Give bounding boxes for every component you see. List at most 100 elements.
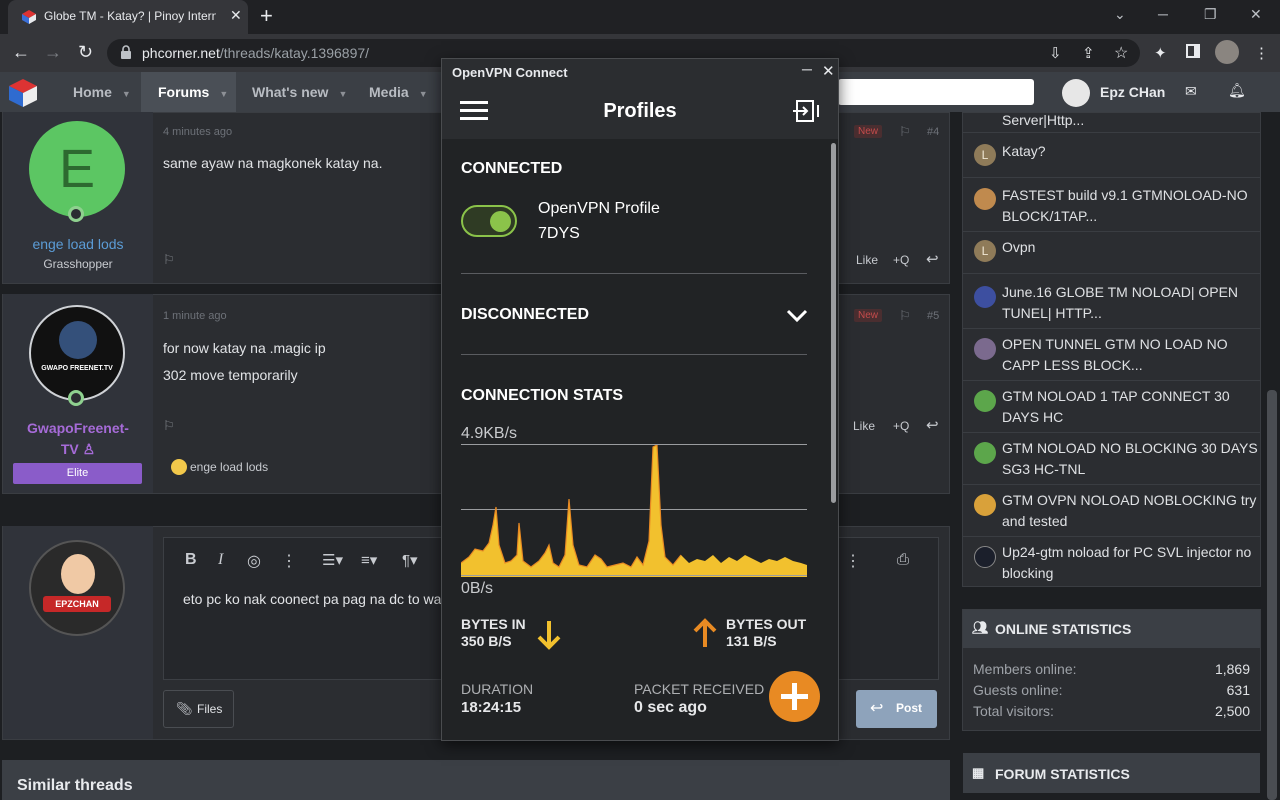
files-button[interactable]: 📎︎ Files: [163, 690, 234, 728]
post-button[interactable]: ↩ Post: [856, 690, 937, 728]
import-profile-icon[interactable]: [792, 99, 820, 123]
restore-icon[interactable]: ❐: [1204, 6, 1217, 23]
sidebar-thread-line2[interactable]: TUNEL| HTTP...: [1002, 303, 1102, 324]
sidebar-thread-line1[interactable]: GTM NOLOAD 1 TAP CONNECT 30: [1002, 386, 1230, 407]
site-search-input[interactable]: [838, 79, 1034, 105]
nav-whats-new[interactable]: What's new ▼: [252, 84, 347, 100]
thread-avatar[interactable]: [974, 188, 996, 210]
sidebar-thread-line1[interactable]: June.16 GLOBE TM NOLOAD| OPEN: [1002, 282, 1238, 303]
nav-forums[interactable]: Forums ▼: [158, 84, 228, 100]
thread-avatar[interactable]: L: [974, 240, 996, 262]
thread-avatar[interactable]: [974, 286, 996, 308]
sidebar-thread-line2[interactable]: SG3 HC-TNL: [1002, 459, 1085, 480]
openvpn-window: OpenVPN Connect ─ ✕ Profiles CONNECTED O…: [441, 58, 839, 741]
share-icon[interactable]: ⇪: [1082, 44, 1095, 62]
quote-button[interactable]: +Q: [893, 419, 909, 433]
paragraph-icon[interactable]: ¶▾: [402, 551, 418, 569]
browser-tab[interactable]: Globe TM - Katay? | Pinoy Interne ✕: [8, 0, 248, 34]
list-icon[interactable]: ☰▾: [322, 551, 343, 569]
post-username-line1[interactable]: GwapoFreenet-: [3, 420, 153, 436]
add-profile-button[interactable]: [769, 671, 820, 722]
thread-avatar[interactable]: [974, 546, 996, 568]
sidebar-thread-line1[interactable]: GTM OVPN NOLOAD NOBLOCKING try: [1002, 490, 1256, 511]
post-number[interactable]: #4: [927, 126, 939, 138]
alerts-bell-icon[interactable]: 🔔︎: [1228, 82, 1246, 99]
browser-menu-icon[interactable]: ⋮: [1254, 44, 1269, 62]
chevron-down-icon[interactable]: [786, 309, 808, 323]
bookmark-icon[interactable]: ⚐: [899, 308, 911, 324]
bold-icon[interactable]: B: [185, 551, 197, 569]
preview-icon[interactable]: ⎙: [897, 551, 909, 568]
more-options-icon[interactable]: ⋮: [845, 551, 861, 571]
thread-avatar[interactable]: [974, 494, 996, 516]
sidebar-thread-line2[interactable]: and tested: [1002, 511, 1067, 532]
thread-avatar[interactable]: [974, 442, 996, 464]
back-icon[interactable]: ←: [12, 42, 30, 62]
bookmark-icon[interactable]: ⚐: [899, 124, 911, 140]
like-button[interactable]: Like: [856, 253, 878, 267]
reaction-user[interactable]: enge load lods: [190, 460, 268, 474]
italic-icon[interactable]: I: [218, 551, 223, 569]
sidebar-thread-line2[interactable]: BLOCK/1TAP...: [1002, 206, 1097, 227]
sidebar-thread-line1[interactable]: Up24-gtm noload for PC SVL injector no: [1002, 542, 1251, 563]
username[interactable]: Epz CHan: [1100, 84, 1165, 100]
reply-avatar[interactable]: EPZCHAN: [29, 540, 125, 636]
like-button[interactable]: Like: [853, 419, 875, 433]
profile-avatar[interactable]: [1215, 40, 1239, 64]
new-tab-icon[interactable]: +: [260, 5, 273, 27]
sidebar-toggle-icon[interactable]: [1186, 44, 1200, 58]
thread-avatar[interactable]: [974, 338, 996, 360]
nav-home[interactable]: Home ▼: [73, 84, 131, 100]
user-avatar[interactable]: [1062, 79, 1090, 107]
sidebar-thread-line1[interactable]: GTM NOLOAD NO BLOCKING 30 DAYS: [1002, 438, 1258, 459]
avatar-letter[interactable]: E: [29, 121, 125, 217]
thread-avatar[interactable]: L: [974, 144, 996, 166]
text-color-icon[interactable]: ◎: [247, 551, 261, 571]
tab-search-icon[interactable]: ⌄: [1114, 6, 1126, 23]
install-icon[interactable]: ⇩: [1049, 44, 1062, 62]
align-icon[interactable]: ≡▾: [361, 551, 377, 569]
sidebar-thread-line2[interactable]: CAPP LESS BLOCK...: [1002, 355, 1143, 376]
quote-button[interactable]: +Q: [893, 253, 909, 267]
window-close-icon[interactable]: ✕: [1250, 6, 1262, 23]
minimize-icon[interactable]: ─: [1158, 6, 1168, 22]
hamburger-menu-icon[interactable]: [460, 101, 488, 121]
vpn-header-title: Profiles: [603, 100, 677, 122]
divider: [963, 380, 1260, 381]
reply-icon[interactable]: ↩: [926, 250, 939, 268]
sidebar-thread-line1[interactable]: FASTEST build v9.1 GTMNOLOAD-NO: [1002, 185, 1248, 206]
post-text-line2: 302 move temporarily: [163, 367, 298, 383]
sidebar-thread-line2[interactable]: blocking: [1002, 563, 1053, 584]
post-username[interactable]: enge load lods: [3, 236, 153, 252]
inbox-icon[interactable]: ✉: [1185, 83, 1197, 100]
reload-icon[interactable]: ↻: [78, 42, 93, 62]
page-scrollbar[interactable]: [1267, 390, 1277, 800]
thread-avatar[interactable]: [974, 390, 996, 412]
forward-icon[interactable]: →: [44, 42, 62, 62]
post-time[interactable]: 1 minute ago: [163, 310, 227, 322]
post-username-line2[interactable]: TV ♙: [3, 441, 153, 458]
tab-close-icon[interactable]: ✕: [230, 7, 242, 24]
report-flag-icon[interactable]: ⚐: [163, 252, 175, 268]
site-logo-icon[interactable]: [7, 77, 39, 109]
reply-icon[interactable]: ↩: [926, 416, 939, 434]
post-time[interactable]: 4 minutes ago: [163, 126, 232, 138]
report-flag-icon[interactable]: ⚐: [163, 418, 175, 434]
sidebar-thread[interactable]: Katay?: [1002, 141, 1046, 162]
sidebar-thread-line2[interactable]: DAYS HC: [1002, 407, 1063, 428]
sidebar-thread[interactable]: Server|Http...: [1002, 110, 1084, 131]
sidebar-thread-line1[interactable]: OPEN TUNNEL GTM NO LOAD NO: [1002, 334, 1228, 355]
sidebar-thread[interactable]: Ovpn: [1002, 237, 1035, 258]
extensions-icon[interactable]: ✦: [1154, 44, 1167, 62]
profile-name[interactable]: OpenVPN Profile: [538, 200, 660, 218]
post-number[interactable]: #5: [927, 310, 939, 322]
nav-media[interactable]: Media ▼: [369, 84, 428, 100]
connection-toggle[interactable]: [461, 205, 517, 237]
vpn-scrollbar[interactable]: [831, 143, 836, 503]
vpn-minimize-icon[interactable]: ─: [802, 61, 812, 77]
avatar-gwapo[interactable]: GWAPO FREENET.TV: [29, 305, 125, 401]
more-options-icon[interactable]: ⋮: [281, 551, 297, 571]
vpn-close-icon[interactable]: ✕: [822, 62, 835, 80]
editor-text[interactable]: eto pc ko nak coonect pa pag na dc to wa: [183, 591, 441, 607]
bookmark-star-icon[interactable]: ☆: [1114, 43, 1128, 63]
